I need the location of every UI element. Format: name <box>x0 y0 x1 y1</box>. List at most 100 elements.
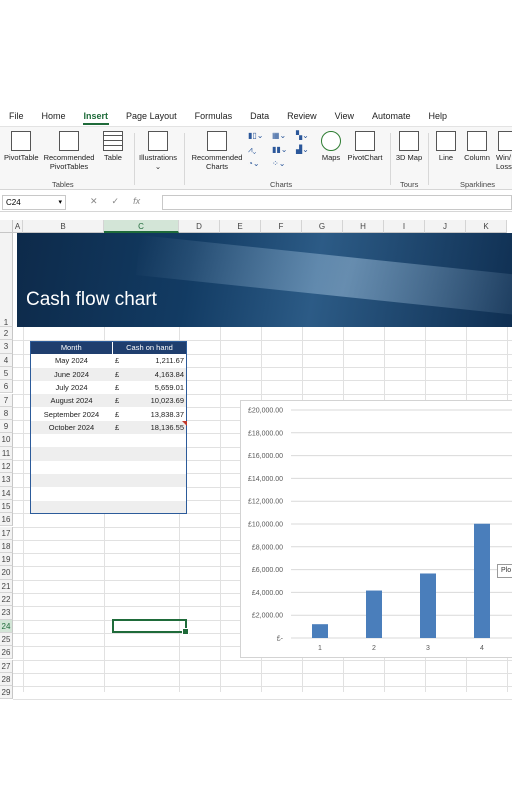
banner-title[interactable]: Cash flow chart <box>26 289 157 311</box>
column-header-f[interactable]: F <box>261 220 302 233</box>
cash-cell[interactable]: £13,838.37 <box>112 407 187 421</box>
tab-file[interactable]: File <box>0 106 33 126</box>
column-header-i[interactable]: I <box>384 220 425 233</box>
row-header-26[interactable]: 26 <box>0 646 13 660</box>
row-header-29[interactable]: 29 <box>0 686 13 700</box>
row-header-3[interactable]: 3 <box>0 340 13 354</box>
tab-help[interactable]: Help <box>420 106 457 126</box>
column-header-c[interactable]: C <box>104 220 179 233</box>
row-header-19[interactable]: 19 <box>0 553 13 567</box>
row-header-15[interactable]: 15 <box>0 499 13 514</box>
formula-input[interactable] <box>162 195 512 210</box>
month-cell[interactable]: August 2024 <box>31 394 112 408</box>
cash-cell[interactable] <box>112 460 187 474</box>
row-header-20[interactable]: 20 <box>0 566 13 580</box>
name-box[interactable]: C24 ▾ <box>2 195 66 210</box>
month-cell[interactable]: May 2024 <box>31 354 112 368</box>
chart-bar[interactable] <box>312 624 328 638</box>
column-header-a[interactable]: A <box>13 220 23 233</box>
chart-bar[interactable] <box>474 523 490 638</box>
column-header-k[interactable]: K <box>466 220 507 233</box>
cash-cell[interactable] <box>112 434 187 448</box>
month-cell[interactable] <box>31 460 112 474</box>
row-header-28[interactable]: 28 <box>0 672 13 687</box>
row-header-22[interactable]: 22 <box>0 593 13 607</box>
tab-insert[interactable]: Insert <box>75 106 118 126</box>
cash-cell[interactable] <box>112 473 187 488</box>
month-cell[interactable] <box>31 434 112 448</box>
row-header-12[interactable]: 12 <box>0 460 13 474</box>
row-header-4[interactable]: 4 <box>0 353 13 367</box>
tab-home[interactable]: Home <box>33 106 75 126</box>
tab-automate[interactable]: Automate <box>363 106 420 126</box>
tab-review[interactable]: Review <box>278 106 326 126</box>
pivottable-button[interactable]: PivotTable <box>4 131 39 162</box>
illustrations-button[interactable]: Illustrations ⌄ <box>136 131 180 171</box>
select-all-corner[interactable] <box>0 220 13 233</box>
row-header-25[interactable]: 25 <box>0 632 13 647</box>
cash-cell[interactable] <box>112 500 187 514</box>
sparkline-line-button[interactable]: Line <box>434 131 458 162</box>
month-cell[interactable]: July 2024 <box>31 380 112 395</box>
column-header-j[interactable]: J <box>425 220 466 233</box>
recommended-pivottables-button[interactable]: Recommended PivotTables <box>40 131 98 171</box>
cancel-icon[interactable]: ✕ <box>90 196 98 207</box>
month-cell[interactable] <box>31 447 112 461</box>
cash-cell[interactable]: £10,023.69 <box>112 394 187 408</box>
sparkline-column-button[interactable]: Column <box>460 131 494 162</box>
sparkline-winloss-button[interactable]: Win/ Loss <box>496 131 512 171</box>
header-month[interactable]: Month <box>31 341 113 355</box>
comment-indicator-icon[interactable] <box>182 421 187 426</box>
cash-cell[interactable]: £1,211.67 <box>112 354 187 368</box>
table-button[interactable]: Table <box>100 131 126 162</box>
month-cell[interactable] <box>31 500 112 514</box>
enter-icon[interactable]: ✓ <box>112 196 120 207</box>
row-header-5[interactable]: 5 <box>0 366 13 381</box>
month-cell[interactable]: October 2024 <box>31 420 112 435</box>
active-cell-c24[interactable] <box>112 619 189 635</box>
row-header-9[interactable]: 9 <box>0 420 13 434</box>
chart-bar[interactable] <box>420 573 436 638</box>
row-header-1[interactable]: 1 <box>0 233 13 327</box>
row-header-23[interactable]: 23 <box>0 606 13 620</box>
row-header-8[interactable]: 8 <box>0 406 13 421</box>
row-header-16[interactable]: 16 <box>0 513 13 527</box>
insert-function-icon[interactable]: fx <box>133 196 140 207</box>
row-header-14[interactable]: 14 <box>0 486 13 500</box>
maps-button[interactable]: Maps <box>318 131 344 162</box>
row-header-21[interactable]: 21 <box>0 579 13 593</box>
month-cell[interactable] <box>31 487 112 501</box>
column-header-e[interactable]: E <box>220 220 261 233</box>
month-cell[interactable] <box>31 473 112 488</box>
row-header-6[interactable]: 6 <box>0 380 13 394</box>
tab-view[interactable]: View <box>326 106 363 126</box>
column-header-g[interactable]: G <box>302 220 343 233</box>
scatter-chart-icon[interactable]: ⁘⌄ <box>272 159 300 170</box>
cash-cell[interactable] <box>112 487 187 501</box>
column-header-d[interactable]: D <box>179 220 220 233</box>
header-cash-on-hand[interactable]: Cash on hand <box>112 341 188 355</box>
row-header-17[interactable]: 17 <box>0 526 13 540</box>
row-header-27[interactable]: 27 <box>0 659 13 673</box>
row-header-24[interactable]: 24 <box>0 619 13 633</box>
row-header-11[interactable]: 11 <box>0 446 13 460</box>
3d-map-button[interactable]: 3D Map <box>394 131 424 162</box>
row-header-10[interactable]: 10 <box>0 433 13 447</box>
cash-cell[interactable]: £5,659.01 <box>112 380 187 395</box>
column-header-b[interactable]: B <box>23 220 104 233</box>
cash-flow-chart[interactable]: £- £2,000.00 £4,000.00 £6,000.00 £8,000.00 £1… <box>240 400 512 658</box>
tab-page-layout[interactable]: Page Layout <box>117 106 186 126</box>
tab-data[interactable]: Data <box>241 106 278 126</box>
pivotchart-button[interactable]: PivotChart <box>344 131 386 162</box>
recommended-charts-button[interactable]: Recommended Charts <box>188 131 246 171</box>
cash-cell[interactable] <box>112 447 187 461</box>
row-header-2[interactable]: 2 <box>0 327 13 341</box>
cash-cell[interactable]: £4,163.84 <box>112 367 187 381</box>
month-cell[interactable]: September 2024 <box>31 407 112 421</box>
tab-formulas[interactable]: Formulas <box>186 106 242 126</box>
row-header-13[interactable]: 13 <box>0 473 13 487</box>
month-cell[interactable]: June 2024 <box>31 367 112 381</box>
row-header-18[interactable]: 18 <box>0 539 13 554</box>
row-header-7[interactable]: 7 <box>0 393 13 407</box>
chart-bar[interactable] <box>366 590 382 638</box>
